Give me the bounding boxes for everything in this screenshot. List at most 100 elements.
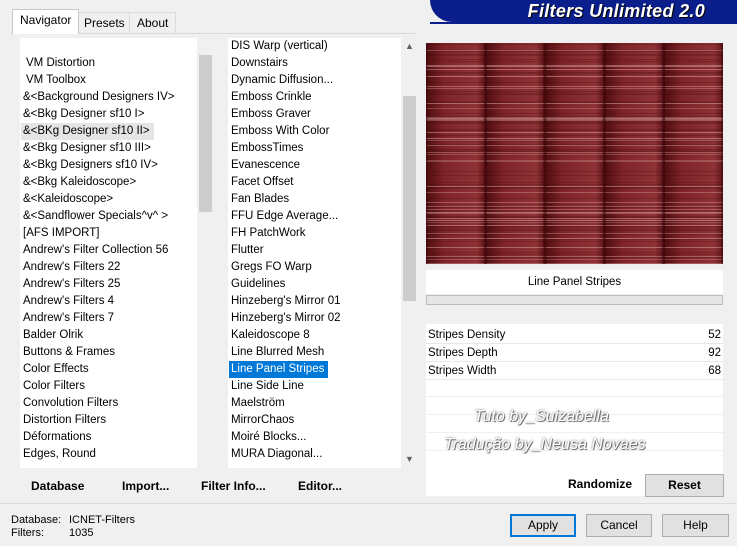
filter-item[interactable]: Line Panel Stripes (228, 361, 341, 378)
category-label: Color Filters (23, 380, 85, 392)
category-scroll-thumb[interactable] (199, 55, 212, 212)
filter-label: Line Blurred Mesh (231, 346, 325, 358)
category-item[interactable]: VM Distortion (20, 55, 175, 72)
category-item[interactable]: &<Sandflower Specials^v^ > (20, 208, 175, 225)
category-list[interactable]: VM Distortion VM Toolbox &<Background Desi… (20, 38, 197, 468)
category-item[interactable]: [AFS IMPORT] (20, 225, 175, 242)
filter-item[interactable]: Line Side Line (228, 378, 341, 395)
category-label: Convolution Filters (23, 397, 119, 409)
title-banner: Filters Unlimited 2.0 (430, 0, 737, 22)
filter-item[interactable]: MirrorChaos (228, 412, 341, 429)
filter-item[interactable]: Maelström (228, 395, 341, 412)
apply-button[interactable]: Apply (510, 514, 576, 537)
filter-label: Kaleidoscope 8 (231, 329, 310, 341)
filter-item[interactable]: Dynamic Diffusion... (228, 72, 341, 89)
filter-item[interactable]: Emboss With Color (228, 123, 341, 140)
category-label: Andrew's Filters 4 (23, 295, 115, 307)
category-item[interactable]: Andrew's Filters 22 (20, 259, 175, 276)
filter-label: MURA Diagonal... (231, 448, 323, 460)
category-label: Andrew's Filter Collection 56 (23, 244, 169, 256)
slider-stripes-width[interactable]: Stripes Width 68 (426, 362, 723, 380)
category-item[interactable]: Distortion Filters (20, 412, 175, 429)
category-item[interactable]: Déformations (20, 429, 175, 446)
category-item[interactable]: Balder Olrik (20, 327, 175, 344)
filter-label: Dynamic Diffusion... (231, 74, 334, 86)
slider-stripes-depth[interactable]: Stripes Depth 92 (426, 344, 723, 362)
filter-label: FFU Edge Average... (231, 210, 339, 222)
category-item[interactable]: &<Bkg Designer sf10 III> (20, 140, 175, 157)
tab-navigator[interactable]: Navigator (12, 9, 80, 34)
filters-status: Filters: 1035 (11, 527, 93, 539)
filter-info-button[interactable]: Filter Info... (201, 479, 266, 493)
scroll-up-arrow-icon[interactable]: ▲ (401, 38, 418, 55)
tab-about[interactable]: About (129, 12, 177, 33)
filter-item[interactable]: Downstairs (228, 55, 341, 72)
category-label: Distortion Filters (23, 414, 107, 426)
category-item[interactable]: Andrew's Filters 4 (20, 293, 175, 310)
import-button[interactable]: Import... (122, 479, 169, 493)
filter-label: Hinzeberg's Mirror 01 (231, 295, 341, 307)
reset-button[interactable]: Reset (645, 474, 724, 497)
randomize-button[interactable]: Randomize (556, 474, 644, 497)
param-name: Stripes Depth (428, 347, 498, 359)
category-label: &<Bkg Designer sf10 I> (23, 108, 145, 120)
param-divider (426, 396, 723, 397)
help-button[interactable]: Help (662, 514, 729, 537)
filter-item[interactable]: FFU Edge Average... (228, 208, 341, 225)
filter-item[interactable]: MURA Diagonal... (228, 446, 341, 463)
category-item[interactable]: &<BKg Designer sf10 II> (20, 123, 175, 140)
watermark-line-2: Tradução by_Neusa Novaes (444, 436, 646, 453)
filter-item[interactable]: Flutter (228, 242, 341, 259)
slider-stripes-density[interactable]: Stripes Density 52 (426, 326, 723, 344)
filter-scrollbar[interactable]: ▲ ▼ (401, 38, 418, 468)
category-label: &<Sandflower Specials^v^ > (23, 210, 169, 222)
param-value: 68 (708, 365, 721, 377)
filter-item[interactable]: Emboss Graver (228, 106, 341, 123)
category-item[interactable]: &<Kaleidoscope> (20, 191, 175, 208)
category-item[interactable]: &<Bkg Kaleidoscope> (20, 174, 175, 191)
filter-scroll-thumb[interactable] (403, 96, 416, 301)
category-item[interactable]: Andrew's Filters 7 (20, 310, 175, 327)
filter-item[interactable]: Hinzeberg's Mirror 01 (228, 293, 341, 310)
filter-item[interactable]: Kaleidoscope 8 (228, 327, 341, 344)
category-item[interactable]: Andrew's Filter Collection 56 (20, 242, 175, 259)
filter-item[interactable]: EmbossTimes (228, 140, 341, 157)
filter-item[interactable]: Evanescence (228, 157, 341, 174)
filter-label: Emboss Crinkle (231, 91, 312, 103)
param-divider (426, 432, 723, 433)
category-label: Balder Olrik (23, 329, 84, 341)
category-item[interactable]: Color Effects (20, 361, 175, 378)
category-item[interactable]: &<Background Designers IV> (20, 89, 175, 106)
tab-presets[interactable]: Presets (76, 12, 133, 33)
category-scrollbar[interactable] (197, 38, 214, 468)
category-item[interactable]: &<Bkg Designer sf10 I> (20, 106, 175, 123)
category-item[interactable]: VM Toolbox (20, 72, 175, 89)
filter-item[interactable]: DIS Warp (vertical) (228, 38, 341, 55)
category-item[interactable]: Color Filters (20, 378, 175, 395)
filter-item[interactable]: Fan Blades (228, 191, 341, 208)
filter-list[interactable]: DIS Warp (vertical) Downstairs Dynamic Dif… (228, 38, 401, 468)
filter-item[interactable]: Facet Offset (228, 174, 341, 191)
filter-label: DIS Warp (vertical) (231, 40, 328, 52)
category-item[interactable]: Andrew's Filters 25 (20, 276, 175, 293)
category-item[interactable]: &<Bkg Designers sf10 IV> (20, 157, 175, 174)
filter-item[interactable]: FH PatchWork (228, 225, 341, 242)
filter-label: Downstairs (231, 57, 288, 69)
filter-item[interactable]: Hinzeberg's Mirror 02 (228, 310, 341, 327)
scroll-down-arrow-icon[interactable]: ▼ (401, 451, 418, 468)
bottom-divider (0, 503, 737, 504)
category-item[interactable]: Edges, Round (20, 446, 175, 463)
filter-label: MirrorChaos (231, 414, 295, 426)
filter-item[interactable]: Moiré Blocks... (228, 429, 341, 446)
editor-button[interactable]: Editor... (298, 479, 342, 493)
category-item[interactable]: Buttons & Frames (20, 344, 175, 361)
filter-item[interactable]: Line Blurred Mesh (228, 344, 341, 361)
filter-item[interactable]: Guidelines (228, 276, 341, 293)
category-item[interactable]: Convolution Filters (20, 395, 175, 412)
filter-label: Line Side Line (231, 380, 304, 392)
database-button[interactable]: Database (31, 479, 84, 493)
category-label: Buttons & Frames (23, 346, 116, 358)
filter-item[interactable]: Emboss Crinkle (228, 89, 341, 106)
filter-item[interactable]: Gregs FO Warp (228, 259, 341, 276)
cancel-button[interactable]: Cancel (586, 514, 652, 537)
